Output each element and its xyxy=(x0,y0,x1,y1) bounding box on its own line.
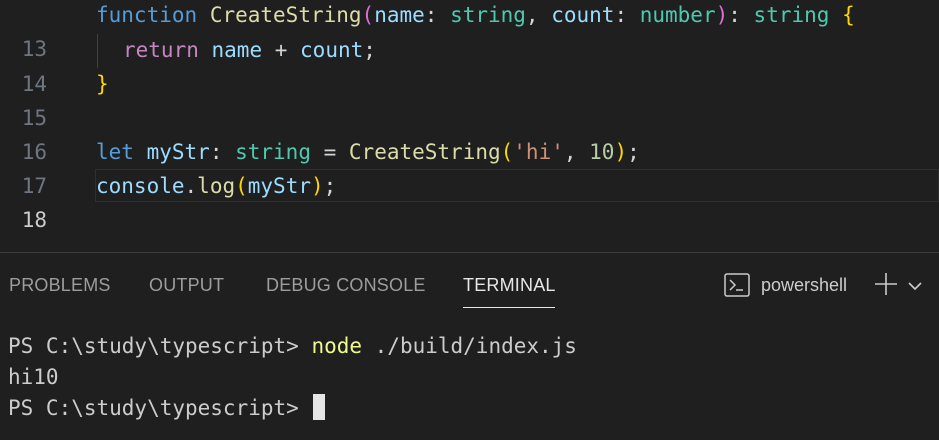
terminal-icon[interactable] xyxy=(724,273,750,297)
bottom-panel: PROBLEMS OUTPUT DEBUG CONSOLE TERMINAL p… xyxy=(0,252,939,440)
code-line-14[interactable]: 14 return name + count; xyxy=(0,33,939,96)
terminal-prompt: PS C:\study\typescript> xyxy=(8,396,312,420)
chevron-down-icon[interactable] xyxy=(906,279,924,293)
code-line-16[interactable]: 16 xyxy=(0,101,939,164)
line-code: return name + count; xyxy=(123,38,376,62)
tab-terminal[interactable]: TERMINAL xyxy=(463,275,556,301)
active-tab-indicator xyxy=(463,307,555,308)
code-line-17[interactable]: 17 let myStr: string = CreateString('hi'… xyxy=(0,135,939,198)
code-line-18[interactable]: 18 console.log(myStr); xyxy=(0,169,939,232)
terminal-output: hi10 xyxy=(8,365,59,389)
terminal-prompt: PS C:\study\typescript> xyxy=(8,334,312,358)
terminal-command: node xyxy=(311,334,363,358)
plus-icon[interactable] xyxy=(873,271,899,297)
code-line-13[interactable]: 13 function CreateString(name: string, c… xyxy=(0,0,939,61)
line-code: function CreateString(name: string, coun… xyxy=(96,3,855,27)
terminal-input-line[interactable]: PS C:\study\typescript> xyxy=(8,392,326,424)
line-code: console.log(myStr); xyxy=(96,174,337,198)
tab-debug-console[interactable]: DEBUG CONSOLE xyxy=(266,275,426,301)
terminal-profile-label[interactable]: powershell xyxy=(761,275,847,296)
terminal-args: ./build/index.js xyxy=(362,334,577,358)
line-code: } xyxy=(96,72,109,96)
code-line-15[interactable]: 15 } xyxy=(0,67,939,130)
code-editor[interactable]: 13 function CreateString(name: string, c… xyxy=(0,0,939,252)
line-code: let myStr: string = CreateString('hi', 1… xyxy=(96,140,640,164)
line-number: 18 xyxy=(21,208,47,232)
terminal-cursor xyxy=(313,394,326,420)
tab-output[interactable]: OUTPUT xyxy=(149,275,224,301)
tab-problems[interactable]: PROBLEMS xyxy=(9,275,111,301)
terminal-line: PS C:\study\typescript> node ./build/ind… xyxy=(8,330,577,362)
